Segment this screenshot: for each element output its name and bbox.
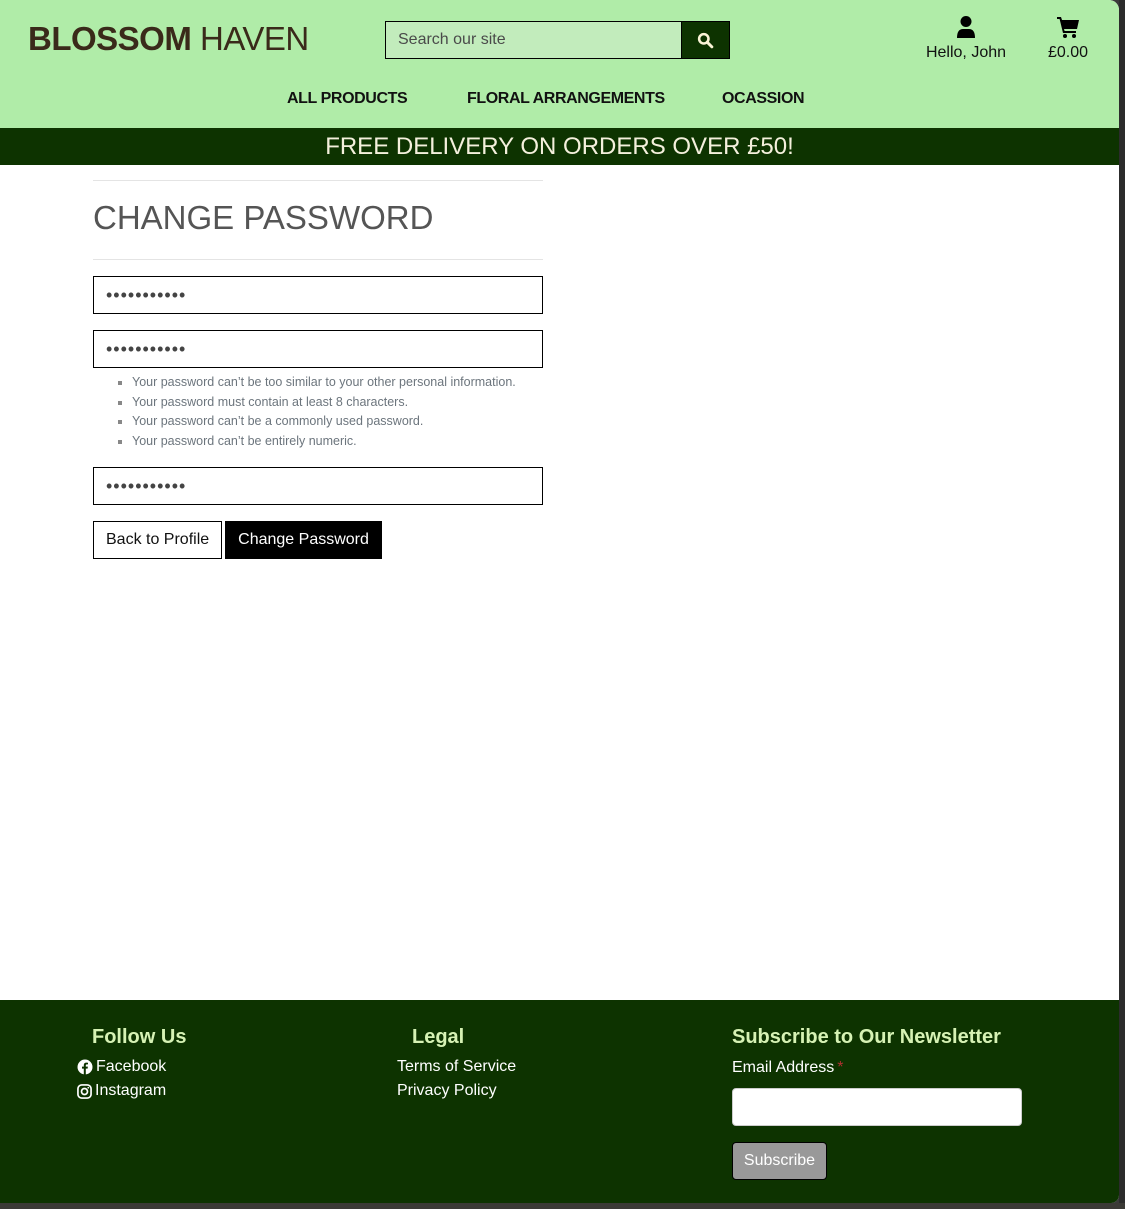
nav-occasion[interactable]: OCASSION	[722, 90, 805, 108]
form-actions: Back to Profile Change Password	[93, 521, 543, 559]
search-input[interactable]	[385, 21, 681, 59]
change-password-section: CHANGE PASSWORD Your password can’t be t…	[93, 165, 543, 559]
site-footer: Follow Us Facebook Instagram Legal Terms…	[0, 1000, 1119, 1203]
shopping-cart[interactable]: £0.00	[1040, 14, 1096, 62]
email-address-label: Email Address *	[732, 1059, 844, 1077]
instagram-label: Instagram	[95, 1082, 167, 1099]
desktop-background-bottom	[0, 1203, 1125, 1209]
new-password-field[interactable]	[93, 330, 543, 368]
password-help-item: Your password must contain at least 8 ch…	[132, 393, 543, 413]
newsletter-email-input[interactable]	[732, 1088, 1022, 1126]
logo-light-text: HAVEN	[200, 20, 309, 57]
site-logo[interactable]: BLOSSOM HAVEN	[28, 20, 309, 58]
browser-viewport: BLOSSOM HAVEN Hello, John	[0, 0, 1119, 1203]
search-form	[385, 21, 730, 59]
divider	[93, 259, 543, 260]
search-icon	[697, 32, 714, 48]
search-button[interactable]	[681, 21, 730, 59]
facebook-link[interactable]: Facebook	[77, 1058, 166, 1076]
shopping-cart-icon	[1057, 17, 1079, 38]
email-label-text: Email Address	[732, 1059, 835, 1076]
privacy-policy-link[interactable]: Privacy Policy	[397, 1082, 497, 1100]
site-header: BLOSSOM HAVEN Hello, John	[0, 0, 1119, 128]
main-navigation: ALL PRODUCTS FLORAL ARRANGEMENTS OCASSIO…	[0, 90, 1119, 112]
facebook-label: Facebook	[96, 1058, 167, 1075]
account-menu[interactable]: Hello, John	[922, 14, 1010, 62]
instagram-icon	[77, 1083, 92, 1099]
delivery-banner: FREE DELIVERY ON ORDERS OVER £50!	[0, 128, 1119, 165]
change-password-form: Your password can’t be too similar to yo…	[93, 276, 543, 559]
change-password-button[interactable]: Change Password	[225, 521, 382, 559]
divider	[93, 180, 543, 181]
old-password-field[interactable]	[93, 276, 543, 314]
desktop-background	[1119, 0, 1125, 1209]
nav-floral-arrangements[interactable]: FLORAL ARRANGEMENTS	[467, 90, 665, 108]
password-help-item: Your password can’t be too similar to yo…	[132, 373, 543, 393]
facebook-icon	[77, 1059, 93, 1075]
newsletter-heading: Subscribe to Our Newsletter	[732, 1026, 1001, 1048]
back-to-profile-button[interactable]: Back to Profile	[93, 521, 223, 559]
password-help-item: Your password can’t be entirely numeric.	[132, 432, 543, 452]
page-title: CHANGE PASSWORD	[93, 199, 434, 236]
subscribe-button[interactable]: Subscribe	[732, 1142, 827, 1180]
password-help-list: Your password can’t be too similar to yo…	[132, 373, 543, 451]
instagram-link[interactable]: Instagram	[77, 1082, 166, 1100]
legal-heading: Legal	[412, 1026, 465, 1048]
password-help-item: Your password can’t be a commonly used p…	[132, 412, 543, 432]
terms-of-service-link[interactable]: Terms of Service	[397, 1058, 516, 1076]
logo-bold-text: BLOSSOM	[28, 20, 192, 57]
user-icon	[957, 16, 975, 38]
account-greeting: Hello, John	[925, 44, 1007, 61]
nav-all-products[interactable]: ALL PRODUCTS	[287, 90, 408, 108]
confirm-password-field[interactable]	[93, 467, 543, 505]
cart-total: £0.00	[1047, 44, 1089, 61]
follow-us-heading: Follow Us	[92, 1026, 187, 1048]
required-asterisk: *	[837, 1059, 844, 1076]
